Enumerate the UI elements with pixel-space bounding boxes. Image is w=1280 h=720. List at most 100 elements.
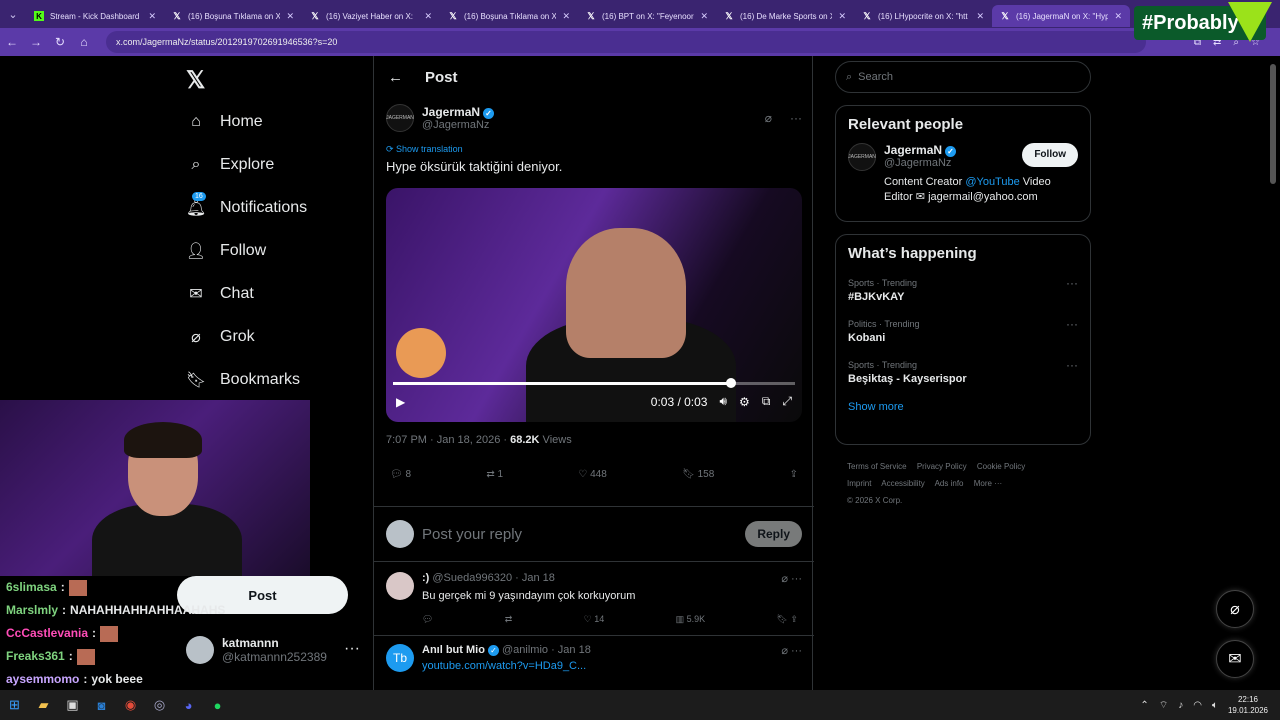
tab-7[interactable]: 𝕏 (16) JagermaN on X: "Hyp ✕ (992, 5, 1130, 27)
comment-author[interactable]: :) (422, 572, 429, 584)
store-icon[interactable]: ▣ (58, 690, 87, 720)
follow-button[interactable]: Follow (1022, 143, 1078, 167)
more-icon[interactable]: ··· (1066, 276, 1078, 290)
tab-search-icon[interactable]: ⌄ (0, 0, 26, 28)
reply-button[interactable]: Reply (745, 521, 802, 547)
tweet-date[interactable]: 7:07 PM · Jan 18, 2026 · (386, 434, 510, 446)
forward-icon[interactable]: → (24, 35, 48, 49)
video-player[interactable]: ▶ 0:03 / 0:03 🔊︎ ⚙ ⧉ ⤢ (386, 188, 802, 422)
more-icon[interactable]: ··· (1066, 317, 1078, 331)
views-action[interactable]: ▥ 5.9K (676, 614, 706, 625)
play-icon[interactable]: ▶ (396, 395, 405, 409)
trend-item[interactable]: Sports · Trending Beşiktaş - Kayserispor ·… (836, 354, 1090, 395)
fullscreen-icon[interactable]: ⤢ (782, 394, 792, 409)
tab-5[interactable]: 𝕏 (16) De Marke Sports on X ✕ (716, 5, 854, 27)
author-name[interactable]: JagermaN (422, 105, 480, 119)
reload-icon[interactable]: ↻ (48, 35, 72, 49)
footer-link[interactable]: Imprint (847, 479, 871, 488)
chrome-icon[interactable]: ◉ (116, 690, 145, 720)
video-progress-handle[interactable] (725, 378, 736, 388)
like-action[interactable]: ♡ 14 (584, 614, 605, 625)
comment-link[interactable]: youtube.com/watch?v=HDa9_C... (422, 660, 802, 672)
tab-2[interactable]: 𝕏 (16) Vaziyet Haber on X: ✕ (302, 5, 440, 27)
tab-1[interactable]: 𝕏 (16) Boşuna Tıklama on X ✕ (164, 5, 302, 27)
chevron-up-icon[interactable]: ⌃ (1140, 700, 1148, 711)
comment-author[interactable]: Anıl but Mio (422, 644, 485, 656)
network-icon[interactable]: ⌔ (1159, 699, 1168, 712)
tab-0[interactable]: K Stream - Kick Dashboard ✕ (26, 5, 164, 27)
more-icon[interactable]: ⌀ ··· (781, 644, 802, 657)
video-progress-bar[interactable] (393, 378, 795, 388)
bookmark-action[interactable]: 🔖︎ 158 (682, 469, 714, 480)
tab-6[interactable]: 𝕏 (16) LHypocrite on X: "htt ✕ (854, 5, 992, 27)
grok-icon[interactable]: ⌀ (765, 111, 772, 125)
tab-3[interactable]: 𝕏 (16) Boşuna Tıklama on X ✕ (440, 5, 578, 27)
outlook-icon[interactable]: ◙ (87, 690, 116, 720)
nav-explore[interactable]: ⌕ Explore (186, 155, 275, 175)
footer-link[interactable]: More ··· (974, 479, 1002, 488)
home-icon[interactable]: ⌂ (72, 35, 96, 49)
repost-icon[interactable]: ⇄ (505, 614, 513, 625)
close-icon[interactable]: ✕ (838, 11, 846, 22)
repost-action[interactable]: ⇄ 1 (486, 469, 503, 480)
close-icon[interactable]: ✕ (700, 11, 708, 22)
discord-icon[interactable]: ◕ (174, 690, 203, 720)
reply-action[interactable]: 💬︎ 8 (390, 469, 411, 480)
volume-icon[interactable]: 🔊︎ (719, 394, 727, 409)
author-handle[interactable]: @JagermaNz (422, 119, 494, 131)
comment-item[interactable]: Tb Anıl but Mio ✓ @anilmio · Jan 18 ⌀ ··· … (374, 634, 814, 682)
close-icon[interactable]: ✕ (976, 11, 984, 22)
settings-icon[interactable]: ⚙ (739, 395, 750, 409)
url-field[interactable]: x.com/JagermaNz/status/20129197026919465… (106, 31, 1146, 53)
search-input[interactable]: ⌕ Search (835, 61, 1091, 93)
avatar[interactable]: JAGERMAN (848, 143, 876, 171)
close-icon[interactable]: ✕ (562, 11, 570, 22)
show-translation-link[interactable]: ⟳ Show translation (386, 144, 802, 155)
footer-link[interactable]: Terms of Service (847, 462, 907, 471)
back-icon[interactable]: ← (0, 35, 24, 49)
avatar[interactable]: Tb (386, 644, 414, 672)
footer-link[interactable]: Accessibility (881, 479, 925, 488)
nav-bookmarks[interactable]: 🔖︎ Bookmarks (186, 370, 300, 390)
grok-floating-button[interactable]: ⌀ (1216, 590, 1254, 628)
close-icon[interactable]: ✕ (424, 11, 432, 22)
footer-link[interactable]: Privacy Policy (917, 462, 967, 471)
close-icon[interactable]: ✕ (286, 11, 294, 22)
nav-home[interactable]: ⌂ Home (186, 112, 263, 132)
bookmark-and-share-icons[interactable]: 🔖︎ ⇪ (776, 614, 797, 625)
page-scrollbar[interactable] (1270, 64, 1276, 184)
more-icon[interactable]: ··· (344, 640, 360, 658)
close-icon[interactable]: ✕ (1114, 11, 1122, 22)
wifi-icon[interactable]: ◠ (1193, 700, 1202, 711)
windows-start-icon[interactable]: ⊞ (0, 690, 29, 720)
mic-icon[interactable]: ♪ (1178, 700, 1183, 711)
show-more-link[interactable]: Show more (836, 395, 1090, 425)
nav-follow[interactable]: 👤︎ Follow (186, 241, 266, 261)
comment-item[interactable]: :) @Sueda996320 · Jan 18 ⌀ ··· Bu gerçek … (374, 562, 814, 636)
share-icon[interactable]: ⇪ (790, 469, 798, 480)
avatar[interactable] (386, 572, 414, 600)
system-clock[interactable]: 22:16 19.01.2026 (1228, 694, 1268, 716)
more-icon[interactable]: ⌀ ··· (781, 572, 802, 585)
nav-chat[interactable]: ✉ Chat (186, 284, 254, 304)
close-icon[interactable]: ✕ (148, 11, 156, 22)
back-arrow-icon[interactable]: ← (388, 69, 403, 86)
spotify-icon[interactable]: ● (203, 690, 232, 720)
bio-link[interactable]: @YouTube (965, 176, 1019, 188)
nav-grok[interactable]: ⌀ Grok (186, 327, 255, 347)
trend-item[interactable]: Sports · Trending #BJKvKAY ··· (836, 272, 1090, 313)
reply-icon[interactable]: 💬︎ (422, 614, 433, 625)
trend-item[interactable]: Politics · Trending Kobani ··· (836, 313, 1090, 354)
steam-icon[interactable]: ◎ (145, 690, 174, 720)
tab-4[interactable]: 𝕏 (16) BPT on X: "Feyenoord ✕ (578, 5, 716, 27)
folder-icon[interactable]: ▰ (29, 690, 58, 720)
speaker-icon[interactable]: 🔈︎ (1212, 700, 1218, 711)
footer-link[interactable]: Cookie Policy (977, 462, 1025, 471)
more-icon[interactable]: ··· (790, 111, 802, 125)
x-logo-icon[interactable]: 𝕏 (186, 66, 205, 95)
pip-icon[interactable]: ⧉ (762, 394, 771, 409)
reply-input[interactable]: Post your reply (422, 526, 737, 543)
avatar[interactable]: JAGERMAN (386, 104, 414, 132)
person-name[interactable]: JagermaN (884, 143, 942, 157)
nav-notifications[interactable]: 🔔︎ 16 Notifications (186, 192, 307, 218)
